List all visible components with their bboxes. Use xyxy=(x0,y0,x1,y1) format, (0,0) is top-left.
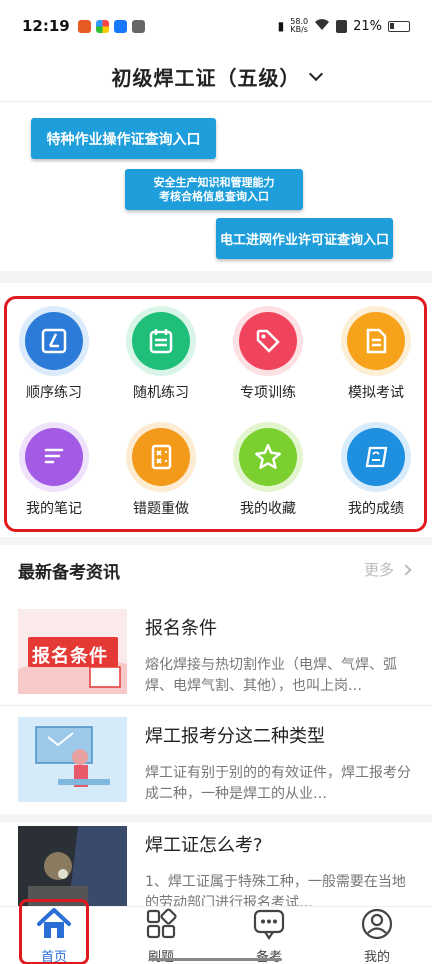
tab-practice[interactable]: 刷题 xyxy=(107,907,215,964)
document-icon xyxy=(347,312,405,370)
tag-icon xyxy=(239,312,297,370)
star-icon xyxy=(239,428,297,486)
grid-icon xyxy=(144,907,178,945)
chevron-down-icon xyxy=(308,66,323,81)
feature-icon-bg xyxy=(341,422,411,492)
chevron-right-icon xyxy=(400,563,412,576)
tab-label: 备考 xyxy=(255,950,282,964)
network-speed-unit: KB/s xyxy=(290,25,308,34)
safety-query-label-line2: 考核合格信息查询入口 xyxy=(159,189,269,203)
feature-label: 我的成绩 xyxy=(348,501,404,517)
news-item[interactable]: 焊工报考分这二种类型 焊工证有别于别的的有效证件，焊工报考分成二种，一种是焊工的… xyxy=(0,717,432,829)
news-section-title: 最新备考资讯 xyxy=(18,563,120,583)
feature-sequence-practice[interactable]: 顺序练习 xyxy=(0,306,108,402)
feature-icon-bg xyxy=(126,306,196,376)
feature-mock-exam[interactable]: 模拟考试 xyxy=(322,306,430,402)
feature-icon-bg xyxy=(233,422,303,492)
feature-label: 专项训练 xyxy=(240,385,296,401)
news-description: 熔化焊接与热切割作业（电焊、气焊、弧焊、电焊气割、其他），也叫上岗… xyxy=(145,657,397,694)
user-icon xyxy=(360,907,394,945)
notification-app-icon xyxy=(95,19,109,33)
news-title: 焊工报考分这二种类型 xyxy=(145,726,325,747)
network-speed: 58.0 KB/s xyxy=(290,18,308,34)
news-divider xyxy=(0,705,432,706)
feature-label: 顺序练习 xyxy=(26,385,82,401)
notification-app-icon xyxy=(113,19,127,33)
tab-label: 刷题 xyxy=(147,950,174,964)
notification-app-icon xyxy=(131,19,145,33)
wrong-questions-icon xyxy=(132,428,190,486)
electrician-permit-query-button[interactable]: 电工进网作业许可证查询入口 xyxy=(216,218,393,259)
section-divider xyxy=(0,271,432,283)
news-title: 报名条件 xyxy=(145,618,217,639)
feature-my-scores[interactable]: 我的成绩 xyxy=(322,422,430,518)
more-news-link[interactable]: 更多 xyxy=(363,559,412,580)
news-thumbnail: 报名条件 xyxy=(18,609,127,694)
feature-label: 我的笔记 xyxy=(26,501,82,517)
feature-random-practice[interactable]: 随机练习 xyxy=(107,306,215,402)
page-title: 初级焊工证（五级） xyxy=(111,66,301,90)
feature-icon-bg xyxy=(19,306,89,376)
feature-label: 模拟考试 xyxy=(348,385,404,401)
safety-query-label-line1: 安全生产知识和管理能力 xyxy=(153,175,275,189)
safety-qualification-query-button[interactable]: 安全生产知识和管理能力 考核合格信息查询入口 xyxy=(125,169,303,210)
more-label: 更多 xyxy=(363,561,394,579)
feature-icon-bg xyxy=(233,306,303,376)
status-time: 12:19 xyxy=(22,17,70,35)
feature-special-training[interactable]: 专项训练 xyxy=(214,306,322,402)
feature-icon-bg xyxy=(19,422,89,492)
notes-icon xyxy=(25,428,83,486)
status-bar: 12:19 ▮ 58.0 KB/s 21% xyxy=(0,0,432,52)
sequence-icon xyxy=(25,312,83,370)
tab-label: 我的 xyxy=(363,950,390,964)
feature-redo-wrong[interactable]: 错题重做 xyxy=(107,422,215,518)
feature-my-favorites[interactable]: 我的收藏 xyxy=(214,422,322,518)
news-thumbnail-text: 报名条件 xyxy=(32,646,108,667)
vibrate-icon: ▮ xyxy=(277,19,285,33)
news-thumbnail xyxy=(18,717,127,802)
home-tab-highlight xyxy=(19,899,89,964)
chat-icon xyxy=(252,907,286,945)
battery-percent: 21% xyxy=(353,18,382,34)
section-divider xyxy=(0,537,432,545)
wifi-icon xyxy=(314,18,330,35)
feature-my-notes[interactable]: 我的笔记 xyxy=(0,422,108,518)
feature-icon-bg xyxy=(341,306,411,376)
feature-label: 随机练习 xyxy=(133,385,189,401)
feature-label: 错题重做 xyxy=(133,501,189,517)
gesture-bar xyxy=(150,958,282,961)
tab-mine[interactable]: 我的 xyxy=(323,907,431,964)
battery-icon xyxy=(388,20,410,32)
special-operation-query-label: 特种作业操作证查询入口 xyxy=(46,131,201,148)
feature-label: 我的收藏 xyxy=(240,501,296,517)
special-operation-query-button[interactable]: 特种作业操作证查询入口 xyxy=(31,118,216,159)
notification-app-icon xyxy=(77,19,91,33)
exam-selector[interactable]: 初级焊工证（五级） xyxy=(0,52,432,102)
news-title: 焊工证怎么考? xyxy=(145,835,263,856)
score-icon xyxy=(347,428,405,486)
tab-prepare[interactable]: 备考 xyxy=(215,907,323,964)
feature-icon-bg xyxy=(126,422,196,492)
electrician-permit-query-label: 电工进网作业许可证查询入口 xyxy=(219,233,389,248)
random-icon xyxy=(132,312,190,370)
no-sim-icon xyxy=(336,19,348,33)
news-divider xyxy=(0,814,432,822)
news-description: 焊工证有别于别的的有效证件，焊工报考分成二种，一种是焊工的从业… xyxy=(145,765,411,802)
